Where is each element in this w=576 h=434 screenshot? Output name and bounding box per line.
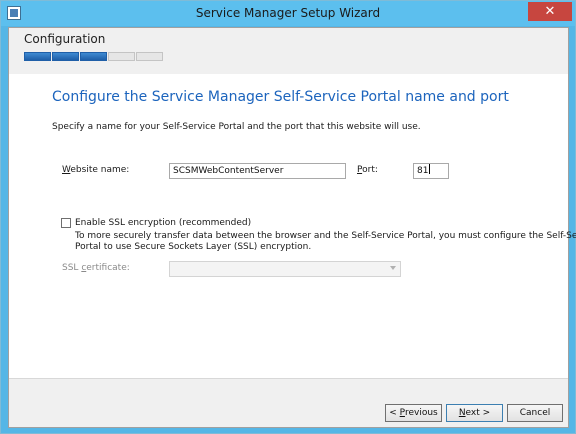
ssl-certificate-label: SSL certificate: — [62, 263, 130, 273]
close-button[interactable]: ✕ — [528, 2, 572, 21]
ssl-note-line-1: To more securely transfer data between t… — [75, 231, 576, 241]
port-input[interactable]: 81 — [413, 163, 449, 179]
wizard-header: Configuration — [9, 28, 568, 74]
next-button[interactable]: Next > — [446, 404, 503, 422]
window-title: Service Manager Setup Wizard — [195, 6, 381, 20]
step-progress-bar — [24, 52, 164, 61]
progress-step — [80, 52, 107, 61]
website-name-label: Website name: — [62, 165, 130, 175]
page-title: Configuration — [24, 32, 106, 46]
page-description: Specify a name for your Self-Service Por… — [52, 122, 421, 132]
page-heading: Configure the Service Manager Self-Servi… — [52, 89, 509, 105]
progress-step — [52, 52, 79, 61]
close-icon: ✕ — [544, 4, 556, 19]
title-bar[interactable]: Service Manager Setup Wizard ✕ — [1, 1, 575, 26]
cancel-button[interactable]: Cancel — [507, 404, 563, 422]
progress-step — [24, 52, 51, 61]
previous-button[interactable]: < Previous — [385, 404, 442, 422]
setup-wizard-window: Service Manager Setup Wizard ✕ Configura… — [0, 0, 576, 434]
wizard-client-area: Configuration Configure the Service Mana… — [8, 27, 576, 428]
ssl-note-line-2: Portal to use Secure Sockets Layer (SSL)… — [75, 242, 312, 252]
progress-step — [108, 52, 135, 61]
ssl-certificate-dropdown[interactable] — [169, 261, 401, 277]
wizard-page-content: Configure the Service Manager Self-Servi… — [9, 74, 576, 378]
enable-ssl-checkbox[interactable] — [61, 218, 71, 228]
chevron-down-icon — [390, 266, 396, 270]
enable-ssl-label[interactable]: Enable SSL encryption (recommended) — [75, 218, 251, 228]
progress-step — [136, 52, 163, 61]
port-label: Port: — [357, 165, 378, 175]
text-caret — [429, 164, 431, 174]
wizard-footer: < Previous Next > Cancel — [9, 378, 568, 427]
website-name-input[interactable]: SCSMWebContentServer — [169, 163, 346, 179]
